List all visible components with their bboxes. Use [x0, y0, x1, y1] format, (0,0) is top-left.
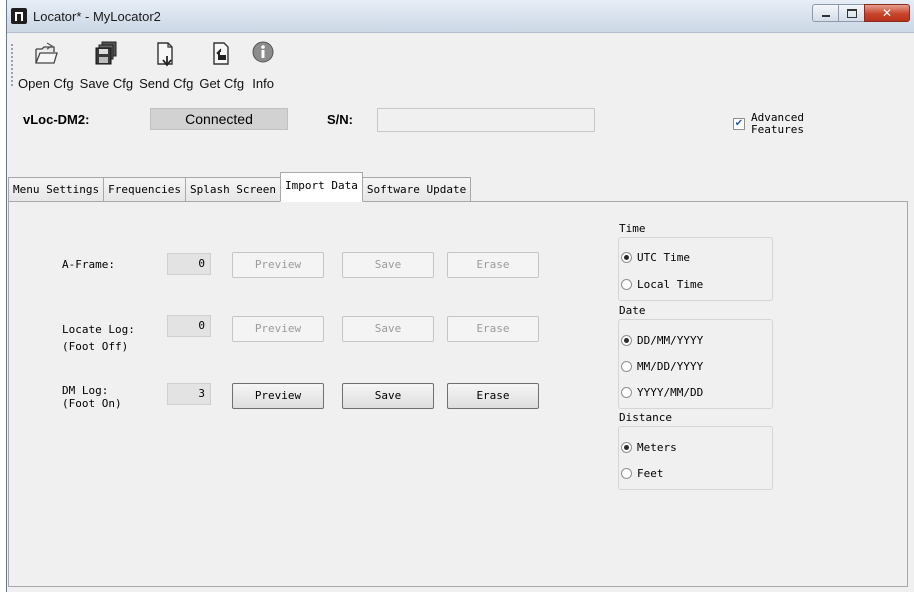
save-disk-icon — [93, 40, 119, 68]
minimize-button[interactable] — [812, 4, 838, 22]
serial-number-label: S/N: — [327, 112, 353, 127]
open-folder-icon — [33, 40, 59, 68]
a-frame-preview-button[interactable]: Preview — [232, 252, 324, 278]
device-model-label: vLoc-DM2: — [23, 112, 90, 127]
title-bar[interactable]: Locator* - MyLocator2 ✕ — [7, 0, 914, 33]
advanced-features-label: Advanced Features — [751, 112, 804, 136]
get-document-icon — [209, 40, 235, 68]
radio-yyyy-mm-dd[interactable]: YYYY/MM/DD — [621, 386, 703, 399]
meters-label: Meters — [637, 441, 677, 454]
locate-log-label: Locate Log: (Foot Off) — [62, 321, 135, 355]
locate-log-label-line-1: Locate Log: — [62, 323, 135, 336]
checkmark-icon: ✔ — [733, 118, 745, 130]
app-icon — [11, 8, 27, 24]
locate-log-preview-button[interactable]: Preview — [232, 316, 324, 342]
a-frame-label-text: A-Frame: — [62, 258, 115, 271]
close-icon: ✕ — [881, 6, 893, 20]
minimize-icon — [821, 15, 830, 17]
maximize-button[interactable] — [838, 4, 864, 22]
close-button[interactable]: ✕ — [864, 4, 910, 22]
save-cfg-button[interactable]: Save Cfg — [77, 40, 136, 96]
radio-feet[interactable]: Feet — [621, 467, 664, 480]
info-button[interactable]: Info — [247, 40, 279, 96]
radio-selected-icon — [621, 252, 632, 263]
dm-log-erase-button[interactable]: Erase — [447, 383, 539, 409]
maximize-icon — [846, 8, 857, 18]
distance-group: Distance Meters Feet — [617, 411, 773, 490]
dm-log-save-button[interactable]: Save — [342, 383, 434, 409]
dm-log-label: DM Log: (Foot On) — [62, 384, 122, 410]
serial-number-field — [377, 108, 595, 132]
radio-unselected-icon — [621, 468, 632, 479]
window-title: Locator* - MyLocator2 — [33, 9, 161, 24]
window-controls: ✕ — [812, 4, 910, 22]
a-frame-label: A-Frame: — [62, 256, 115, 273]
send-document-icon — [153, 40, 179, 68]
radio-utc-time[interactable]: UTC Time — [621, 251, 690, 264]
tab-frequencies[interactable]: Frequencies — [103, 177, 186, 202]
tab-menu-settings[interactable]: Menu Settings — [8, 177, 105, 202]
a-frame-erase-button[interactable]: Erase — [447, 252, 539, 278]
device-status-row: vLoc-DM2: Connected S/N: ✔ Advanced Feat… — [23, 108, 903, 138]
feet-label: Feet — [637, 467, 664, 480]
import-data-panel: A-Frame: 0 Preview Save Erase Locate Log… — [8, 201, 908, 587]
radio-selected-icon — [621, 335, 632, 346]
get-cfg-label: Get Cfg — [199, 76, 245, 91]
radio-local-time[interactable]: Local Time — [621, 278, 703, 291]
date-group-title: Date — [617, 304, 648, 317]
radio-mm-dd-yyyy[interactable]: MM/DD/YYYY — [621, 360, 703, 373]
radio-selected-icon — [621, 442, 632, 453]
time-group: Time UTC Time Local Time — [617, 222, 773, 301]
dm-log-count: 3 — [167, 383, 211, 405]
radio-meters[interactable]: Meters — [621, 441, 677, 454]
open-cfg-button[interactable]: Open Cfg — [15, 40, 77, 96]
tab-bar: Menu Settings Frequencies Splash Screen … — [8, 172, 472, 202]
time-group-title: Time — [617, 222, 648, 235]
advanced-label-line-2: Features — [751, 123, 804, 136]
utc-time-label: UTC Time — [637, 251, 690, 264]
radio-unselected-icon — [621, 279, 632, 290]
dm-log-label-line-1: DM Log: — [62, 384, 109, 397]
toolbar-grip[interactable] — [11, 44, 13, 88]
info-label: Info — [252, 76, 274, 91]
a-frame-save-button[interactable]: Save — [342, 252, 434, 278]
send-cfg-button[interactable]: Send Cfg — [136, 40, 196, 96]
tab-splash-screen[interactable]: Splash Screen — [184, 177, 282, 202]
date-group: Date DD/MM/YYYY MM/DD/YYYY YYYY/MM/DD — [617, 304, 773, 409]
locate-log-count: 0 — [167, 315, 211, 337]
get-cfg-button[interactable]: Get Cfg — [196, 40, 247, 96]
send-cfg-label: Send Cfg — [139, 76, 194, 91]
radio-dd-mm-yyyy[interactable]: DD/MM/YYYY — [621, 334, 703, 347]
locate-log-label-line-2: (Foot Off) — [62, 340, 129, 353]
dm-log-preview-button[interactable]: Preview — [232, 383, 324, 409]
locate-log-save-button[interactable]: Save — [342, 316, 434, 342]
dd-mm-yyyy-label: DD/MM/YYYY — [637, 334, 704, 347]
toolbar: Open Cfg Save Cfg Send Cfg Get Cfg Info — [11, 40, 279, 96]
advanced-features-checkbox[interactable]: ✔ Advanced Features — [733, 112, 804, 136]
local-time-label: Local Time — [637, 278, 704, 291]
mm-dd-yyyy-label: MM/DD/YYYY — [637, 360, 704, 373]
a-frame-count: 0 — [167, 253, 211, 275]
save-cfg-label: Save Cfg — [79, 76, 134, 91]
radio-unselected-icon — [621, 387, 632, 398]
distance-group-title: Distance — [617, 411, 674, 424]
app-window: Locator* - MyLocator2 ✕ Open Cfg Save Cf… — [6, 0, 914, 592]
tab-software-update[interactable]: Software Update — [361, 177, 472, 202]
locate-log-erase-button[interactable]: Erase — [447, 316, 539, 342]
yyyy-mm-dd-label: YYYY/MM/DD — [637, 386, 704, 399]
radio-unselected-icon — [621, 361, 632, 372]
dm-log-label-line-2: (Foot On) — [62, 397, 122, 410]
info-icon — [250, 40, 276, 68]
open-cfg-label: Open Cfg — [18, 76, 74, 91]
tab-import-data[interactable]: Import Data — [280, 172, 363, 202]
connection-status: Connected — [150, 108, 288, 130]
